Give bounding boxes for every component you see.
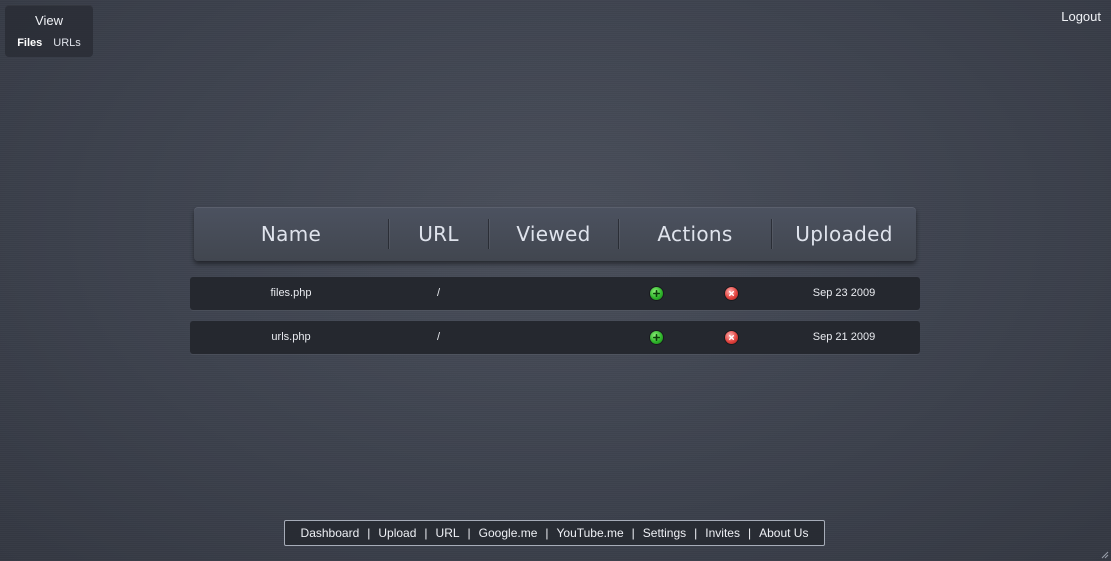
logout-link[interactable]: Logout	[1061, 9, 1101, 24]
nav-link-about-us[interactable]: About Us	[759, 526, 808, 540]
view-link-urls[interactable]: URLs	[53, 37, 81, 49]
footer-nav: Dashboard | Upload | URL | Google.me | Y…	[284, 520, 825, 546]
column-header-name[interactable]: Name	[194, 207, 388, 261]
upload-date: Sep 23 2009	[812, 287, 876, 299]
file-url[interactable]: /	[389, 321, 488, 354]
nav-link-youtube-me[interactable]: YouTube.me	[557, 526, 624, 540]
nav-separator: |	[367, 526, 371, 540]
add-icon[interactable]	[650, 287, 663, 300]
view-panel: View Files URLs	[5, 5, 93, 57]
view-link-files[interactable]: Files	[17, 37, 42, 49]
delete-icon[interactable]	[725, 287, 738, 300]
nav-separator: |	[747, 526, 752, 540]
nav-link-settings[interactable]: Settings	[643, 526, 686, 540]
table-row: files.php / Sep 23 2009	[190, 277, 920, 310]
view-links: Files URLs	[5, 37, 93, 49]
nav-separator: |	[467, 526, 471, 540]
file-name[interactable]: files.php	[194, 277, 388, 310]
resize-grip-icon[interactable]	[1099, 549, 1109, 559]
nav-separator: |	[631, 526, 635, 540]
column-header-viewed[interactable]: Viewed	[489, 207, 618, 261]
nav-link-dashboard[interactable]: Dashboard	[301, 526, 360, 540]
column-header-uploaded[interactable]: Uploaded	[772, 207, 916, 261]
nav-separator: |	[545, 526, 549, 540]
upload-date: Sep 21 2009	[812, 331, 876, 343]
nav-link-invites[interactable]: Invites	[705, 526, 740, 540]
nav-link-upload[interactable]: Upload	[378, 526, 416, 540]
nav-separator: |	[694, 526, 698, 540]
table-row: urls.php / Sep 21 2009	[190, 321, 920, 354]
nav-link-google-me[interactable]: Google.me	[479, 526, 538, 540]
file-viewed	[489, 277, 618, 310]
file-url[interactable]: /	[389, 277, 488, 310]
nav-link-url[interactable]: URL	[436, 526, 460, 540]
table-header: Name URL Viewed Actions Uploaded	[194, 207, 916, 261]
add-icon[interactable]	[650, 331, 663, 344]
column-header-url[interactable]: URL	[389, 207, 488, 261]
file-viewed	[489, 321, 618, 354]
nav-separator: |	[424, 526, 428, 540]
delete-icon[interactable]	[725, 331, 738, 344]
file-name[interactable]: urls.php	[194, 321, 388, 354]
column-header-actions: Actions	[657, 222, 733, 246]
view-title: View	[35, 13, 63, 28]
